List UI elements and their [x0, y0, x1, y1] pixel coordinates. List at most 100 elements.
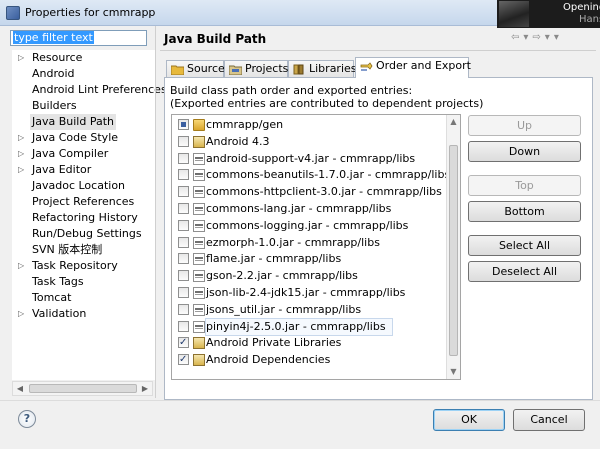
export-checkbox[interactable] — [178, 253, 189, 265]
ok-button[interactable]: OK — [433, 409, 505, 431]
build-path-entry[interactable]: Android 4.3 — [175, 134, 443, 150]
build-path-entry[interactable]: ezmorph-1.0.jar - cmmrapp/libs — [175, 235, 443, 251]
export-checkbox[interactable] — [178, 152, 189, 164]
build-path-entry[interactable]: gson-2.2.jar - cmmrapp/libs — [175, 268, 443, 284]
expand-arrow-icon[interactable]: ▷ — [18, 130, 28, 146]
nav-item[interactable]: ▷ Task Repository — [12, 258, 155, 274]
tab-order-and-export[interactable]: Order and Export — [355, 57, 471, 78]
nav-item[interactable]: ▷ Validation — [12, 306, 155, 322]
nav-item-label: Tomcat — [32, 291, 72, 304]
forward-icon[interactable]: ⇨▾ — [532, 32, 553, 43]
list-scroll-thumb[interactable] — [449, 145, 458, 356]
tab-projects-label: Projects — [245, 62, 289, 75]
tab-projects[interactable]: Projects — [224, 60, 288, 78]
video-thumbnail[interactable]: Opening Hans Z — [497, 0, 600, 28]
build-path-entry[interactable]: commons-logging.jar - cmmrapp/libs — [175, 218, 443, 234]
view-menu-icon[interactable]: ▾ — [554, 32, 563, 43]
nav-item[interactable]: ▷ Java Code Style — [12, 130, 155, 146]
nav-item[interactable]: SVN 版本控制 — [12, 242, 155, 258]
export-checkbox[interactable] — [178, 303, 189, 315]
export-checkbox[interactable] — [178, 270, 189, 282]
up-button[interactable]: Up — [468, 115, 581, 136]
build-path-entry[interactable]: commons-lang.jar - cmmrapp/libs — [175, 201, 443, 217]
down-button[interactable]: Down — [468, 141, 581, 162]
deselect-all-button[interactable]: Deselect All — [468, 261, 581, 282]
export-checkbox[interactable] — [178, 119, 189, 130]
select-all-button[interactable]: Select All — [468, 235, 581, 256]
scroll-thumb[interactable] — [29, 384, 137, 393]
tab-libraries[interactable]: Libraries — [288, 60, 357, 78]
nav-item[interactable]: Javadoc Location — [12, 178, 155, 194]
export-checkbox[interactable] — [178, 219, 189, 231]
expand-arrow-icon[interactable]: ▷ — [18, 162, 28, 178]
export-checkbox[interactable] — [178, 320, 189, 332]
build-path-entry[interactable]: flame.jar - cmmrapp/libs — [175, 251, 443, 267]
nav-item[interactable]: Android Lint Preferences — [12, 82, 167, 98]
top-button[interactable]: Top — [468, 175, 581, 196]
build-path-entry[interactable]: cmmrapp/gen — [175, 117, 443, 133]
nav-item[interactable]: Task Tags — [12, 274, 155, 290]
export-checkbox[interactable] — [178, 287, 189, 298]
tab-order-and-export-label: Order and Export — [376, 59, 471, 72]
nav-item[interactable]: ▷ Resource — [12, 50, 155, 66]
jar-file-icon — [193, 203, 205, 215]
sash-divider[interactable] — [155, 26, 156, 398]
export-checkbox[interactable] — [178, 203, 189, 214]
nav-horizontal-scrollbar[interactable]: ◀ ▶ — [12, 381, 153, 396]
export-checkbox[interactable] — [178, 236, 189, 248]
nav-item[interactable]: Builders — [12, 98, 155, 114]
entry-label: ezmorph-1.0.jar - cmmrapp/libs — [206, 235, 380, 249]
export-checkbox[interactable] — [178, 169, 189, 181]
expand-arrow-icon[interactable]: ▷ — [18, 146, 28, 162]
nav-item[interactable]: ▷ Java Editor — [12, 162, 155, 178]
entry-label: jsons_util.jar - cmmrapp/libs — [206, 302, 362, 316]
jar-file-icon — [193, 236, 205, 249]
tab-source[interactable]: Source — [166, 60, 225, 78]
build-path-entry[interactable]: jsons_util.jar - cmmrapp/libs — [175, 302, 443, 318]
export-checkbox[interactable] — [178, 186, 189, 198]
window-titlebar: Properties for cmmrapp Opening Hans Z — [0, 0, 600, 28]
list-vertical-scrollbar[interactable]: ▲ ▼ — [446, 115, 460, 379]
nav-item[interactable]: ▷ Java Compiler — [12, 146, 155, 162]
help-icon[interactable]: ? — [18, 410, 36, 428]
scroll-down-icon[interactable]: ▼ — [447, 365, 460, 379]
cancel-button[interactable]: Cancel — [513, 409, 585, 431]
back-icon[interactable]: ⇦▾ — [511, 32, 532, 43]
expand-arrow-icon[interactable]: ▷ — [18, 258, 28, 274]
build-path-entry[interactable]: json-lib-2.4-jdk15.jar - cmmrapp/libs — [175, 285, 443, 301]
entry-label: Android Private Libraries — [206, 336, 342, 350]
jar-file-icon — [193, 270, 205, 283]
footer-separator — [0, 400, 600, 401]
nav-item[interactable]: Project References — [12, 194, 155, 210]
export-checkbox[interactable] — [178, 352, 189, 368]
nav-item-label: Task Tags — [32, 275, 84, 288]
build-path-entry[interactable]: android-support-v4.jar - cmmrapp/libs — [175, 151, 443, 167]
property-nav-tree: ▷ Resource Android Android Lint Preferences… — [12, 50, 167, 380]
jar-file-icon — [193, 253, 205, 266]
history-nav: ⇦▾⇨▾▾ — [511, 32, 563, 43]
scroll-up-icon[interactable]: ▲ — [447, 115, 460, 129]
header-separator — [160, 50, 596, 51]
nav-item[interactable]: Refactoring History — [12, 210, 155, 226]
build-path-entry[interactable]: Android Dependencies — [175, 352, 443, 368]
scroll-left-icon[interactable]: ◀ — [13, 382, 27, 395]
entry-label: cmmrapp/gen — [206, 118, 284, 131]
export-checkbox[interactable] — [178, 135, 189, 147]
entry-label: Android 4.3 — [206, 134, 270, 148]
build-path-entry[interactable]: commons-beanutils-1.7.0.jar - cmmrapp/li… — [175, 167, 450, 183]
filter-input[interactable]: type filter text — [10, 30, 147, 46]
expand-arrow-icon[interactable]: ▷ — [18, 306, 28, 322]
build-path-entry[interactable]: pinyin4j-2.5.0.jar - cmmrapp/libs — [175, 317, 443, 336]
build-path-entry[interactable]: Android Private Libraries — [175, 335, 443, 351]
nav-item[interactable]: Tomcat — [12, 290, 155, 306]
expand-arrow-icon[interactable]: ▷ — [18, 50, 28, 66]
nav-item-label: Java Build Path — [30, 114, 117, 130]
scroll-right-icon[interactable]: ▶ — [138, 382, 152, 395]
build-path-entry[interactable]: commons-httpclient-3.0.jar - cmmrapp/lib… — [175, 184, 443, 200]
export-checkbox[interactable] — [178, 335, 189, 351]
nav-item[interactable]: Java Build Path — [12, 114, 155, 130]
nav-item[interactable]: Run/Debug Settings — [12, 226, 155, 242]
bottom-button[interactable]: Bottom — [468, 201, 581, 222]
nav-item[interactable]: Android — [12, 66, 155, 82]
tab-source-label: Source — [187, 62, 225, 75]
